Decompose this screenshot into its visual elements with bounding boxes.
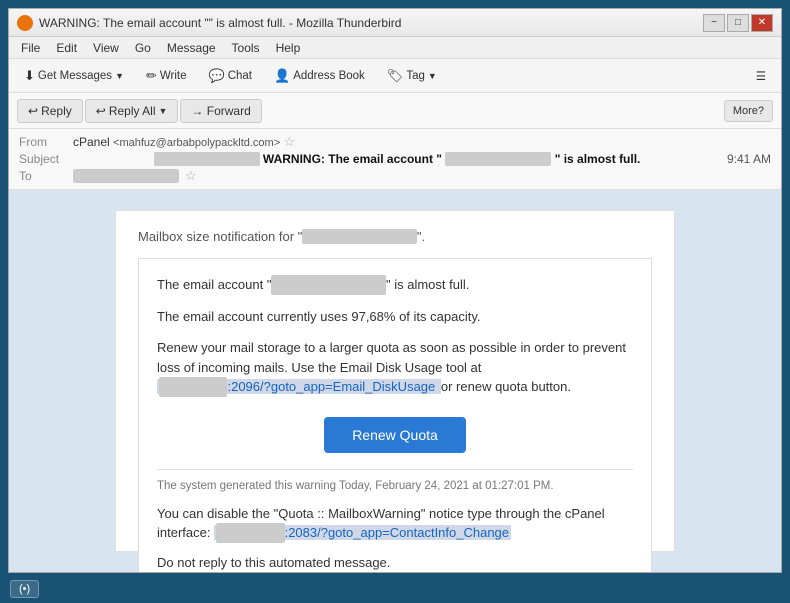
subject-label: Subject — [19, 152, 67, 166]
menu-go[interactable]: Go — [127, 39, 159, 57]
subject-row: Subject ████████████ WARNING: The email … — [19, 151, 771, 167]
window-controls: − □ ✕ — [703, 14, 773, 32]
disk-link-blurred: ███████ — [159, 377, 227, 397]
menu-icon-button[interactable]: ☰ — [747, 65, 775, 87]
account-name-blurred: ████████████ — [271, 275, 386, 295]
para-1: The email account "████████████" is almo… — [157, 275, 633, 295]
thunderbird-window: WARNING: The email account "" is almost … — [8, 8, 782, 573]
menu-file[interactable]: File — [13, 39, 48, 57]
email-action-toolbar: ↩ Reply ↩ Reply All ▼ → Forward More? — [9, 93, 781, 129]
notification-header: Mailbox size notification for "█████████… — [138, 229, 652, 244]
menu-edit[interactable]: Edit — [48, 39, 85, 57]
to-label: To — [19, 169, 67, 183]
window-title: WARNING: The email account "" is almost … — [39, 16, 703, 30]
disable-note: You can disable the "Quota :: MailboxWar… — [157, 504, 633, 543]
from-label: From — [19, 135, 67, 149]
chat-button[interactable]: 💬 Chat — [200, 64, 261, 88]
system-note: The system generated this warning Today,… — [157, 480, 633, 492]
subject-value: ████████████ WARNING: The email account … — [154, 152, 641, 166]
get-messages-icon: ⬇ — [24, 68, 35, 84]
reply-all-icon: ↩ — [96, 104, 106, 118]
write-icon: ✏ — [146, 68, 157, 84]
address-book-icon: 👤 — [274, 68, 290, 84]
menu-message[interactable]: Message — [159, 39, 224, 57]
contact-info-link[interactable]: ███████:2083/?goto_app=ContactInfo_Chang… — [214, 525, 511, 540]
from-star-icon[interactable]: ☆ — [283, 134, 295, 149]
reply-all-button[interactable]: ↩ Reply All ▼ — [85, 99, 179, 123]
taskbar: (•) — [0, 575, 790, 603]
no-reply: Do not reply to this automated message. — [157, 555, 633, 570]
disk-usage-link[interactable]: ███████:2096/?goto_app=Email_DiskUsage — [157, 379, 441, 394]
notification-email-blurred: ████████████ — [302, 229, 417, 244]
email-body: Mailbox size notification for "█████████… — [115, 210, 675, 552]
to-row: To ████████████ ☆ — [19, 167, 771, 185]
para-2: The email account currently uses 97,68% … — [157, 307, 633, 327]
tag-icon: 🏷 — [387, 68, 404, 84]
chat-icon: 💬 — [209, 68, 225, 84]
menu-view[interactable]: View — [85, 39, 127, 57]
minimize-button[interactable]: − — [703, 14, 725, 32]
tag-button[interactable]: 🏷 Tag ▼ — [378, 64, 446, 88]
from-row: From cPanel <mahfuz@arbabpolypackltd.com… — [19, 133, 771, 151]
reply-icon: ↩ — [28, 104, 38, 118]
write-button[interactable]: ✏ Write — [137, 64, 196, 88]
to-star-icon[interactable]: ☆ — [185, 168, 197, 184]
email-body-box: The email account "████████████" is almo… — [138, 258, 652, 572]
hamburger-icon: ☰ — [756, 69, 766, 83]
app-icon — [17, 15, 33, 31]
renew-btn-wrap: Renew Quota — [157, 417, 633, 453]
menu-tools[interactable]: Tools — [224, 39, 268, 57]
more-button[interactable]: More? — [724, 100, 773, 122]
subject-account-blurred: ████████████ — [445, 152, 551, 166]
email-content-area: Mailbox size notification for "█████████… — [9, 190, 781, 572]
renew-quota-button[interactable]: Renew Quota — [324, 417, 466, 453]
disable-link-blurred: ███████ — [216, 523, 284, 543]
close-button[interactable]: ✕ — [751, 14, 773, 32]
taskbar-item[interactable]: (•) — [10, 580, 39, 598]
email-headers: From cPanel <mahfuz@arbabpolypackltd.com… — [9, 129, 781, 190]
menu-help[interactable]: Help — [268, 39, 309, 57]
email-timestamp: 9:41 AM — [727, 152, 771, 166]
get-messages-button[interactable]: ⬇ Get Messages ▼ — [15, 64, 133, 88]
forward-button[interactable]: → Forward — [180, 99, 261, 123]
maximize-button[interactable]: □ — [727, 14, 749, 32]
title-bar: WARNING: The email account "" is almost … — [9, 9, 781, 37]
email-body-inner: Mailbox size notification for "█████████… — [116, 211, 674, 572]
menu-bar: File Edit View Go Message Tools Help — [9, 37, 781, 59]
from-value: cPanel <mahfuz@arbabpolypackltd.com> ☆ — [73, 134, 295, 150]
to-value-blurred: ████████████ — [73, 169, 179, 183]
address-book-button[interactable]: 👤 Address Book — [265, 64, 374, 88]
reply-button[interactable]: ↩ Reply — [17, 99, 83, 123]
para-3: Renew your mail storage to a larger quot… — [157, 338, 633, 397]
divider — [157, 469, 633, 470]
main-toolbar: ⬇ Get Messages ▼ ✏ Write 💬 Chat 👤 Addres… — [9, 59, 781, 93]
reply-all-dropdown-icon: ▼ — [159, 106, 168, 116]
subject-blurred: ████████████ — [154, 152, 260, 166]
